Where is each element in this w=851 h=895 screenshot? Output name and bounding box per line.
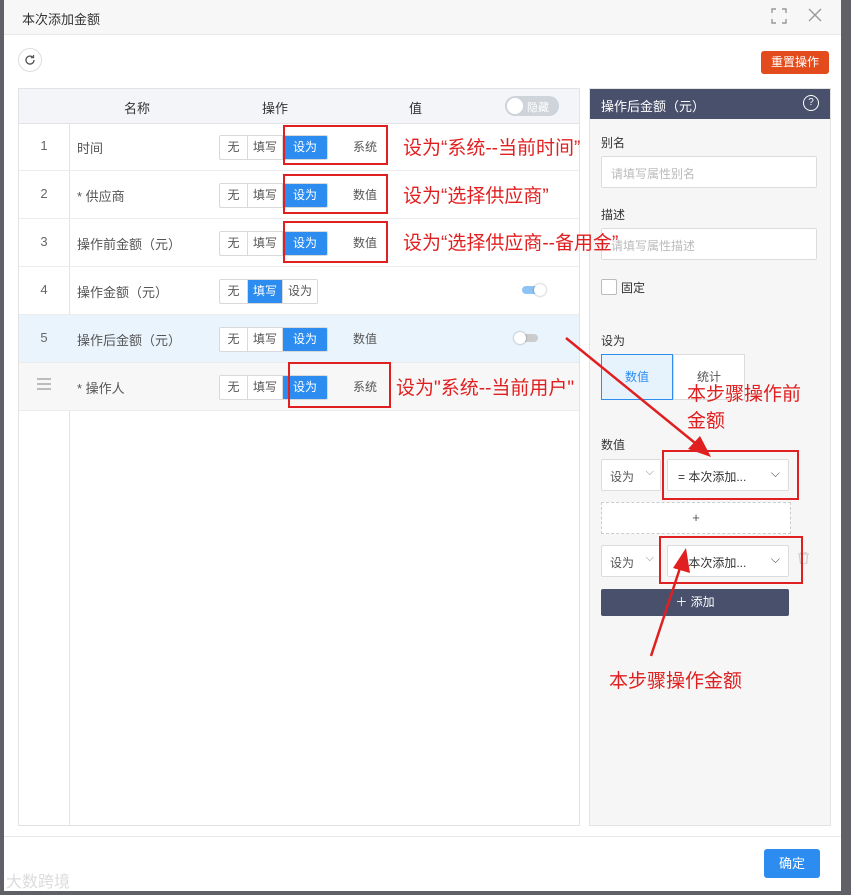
table-row: 4 操作金额（元） 无 填写 设为 bbox=[19, 267, 579, 315]
add-row-button[interactable]: + bbox=[601, 502, 791, 534]
annotation-text: 设为“选择供应商--备用金” bbox=[403, 233, 619, 254]
row-toggle[interactable] bbox=[514, 332, 538, 344]
option-fill[interactable]: 填写 bbox=[248, 136, 283, 159]
row-value[interactable]: 数值 bbox=[353, 330, 377, 347]
ok-button[interactable]: 确定 bbox=[764, 849, 820, 878]
row-number: 1 bbox=[40, 138, 48, 153]
action-segment: 无 填写 设为 bbox=[219, 327, 328, 352]
set-label: 设为 bbox=[601, 334, 626, 348]
close-icon[interactable] bbox=[806, 8, 824, 26]
row-name: 操作后金额（元） bbox=[77, 333, 182, 348]
mode-select-2[interactable]: 设为 ⌵ bbox=[601, 545, 661, 577]
desc-label: 描述 bbox=[601, 208, 626, 222]
plus-icon: ＋ bbox=[675, 595, 691, 609]
hide-toggle-label: 隐藏 bbox=[527, 102, 549, 114]
row-name: * 操作人 bbox=[77, 381, 125, 396]
option-set[interactable]: 设为 bbox=[283, 280, 317, 303]
option-fill[interactable]: 填写 bbox=[248, 328, 283, 351]
option-fill[interactable]: 填写 bbox=[248, 232, 283, 255]
row-number: 3 bbox=[40, 234, 48, 249]
add-button[interactable]: ＋ 添加 bbox=[601, 589, 789, 616]
chevron-down-icon: ⌵ bbox=[645, 466, 654, 478]
annotation-box bbox=[662, 450, 799, 500]
help-icon[interactable]: ? bbox=[803, 95, 819, 111]
header-action: 操作 bbox=[262, 101, 289, 116]
value-label: 数值 bbox=[601, 438, 626, 452]
annotation-text: 金额 bbox=[687, 411, 726, 432]
fixed-label: 固定 bbox=[621, 281, 646, 295]
option-none[interactable]: 无 bbox=[220, 232, 248, 255]
drag-handle-icon[interactable] bbox=[19, 378, 69, 393]
option-none[interactable]: 无 bbox=[220, 376, 248, 399]
row-name: 操作金额（元） bbox=[77, 285, 169, 300]
row-name: 操作前金额（元） bbox=[77, 237, 182, 252]
chevron-down-icon: ⌵ bbox=[645, 552, 654, 564]
row-number: 5 bbox=[40, 330, 48, 345]
dialog-title: 本次添加金额 bbox=[22, 12, 101, 27]
annotation-text: 本步骤操作金额 bbox=[609, 671, 743, 692]
table-row: 5 操作后金额（元） 无 填写 设为 数值 bbox=[19, 315, 579, 363]
annotation-box bbox=[283, 221, 388, 263]
toggle-knob bbox=[507, 98, 523, 114]
option-none[interactable]: 无 bbox=[220, 328, 248, 351]
row-number: 4 bbox=[40, 282, 48, 297]
row-toggle-knob bbox=[514, 332, 526, 344]
option-set[interactable]: 设为 bbox=[283, 328, 327, 351]
reset-button[interactable]: 重置操作 bbox=[761, 51, 829, 74]
watermark: 大数跨境 bbox=[6, 874, 71, 891]
option-none[interactable]: 无 bbox=[220, 184, 248, 207]
add-button-label: 添加 bbox=[690, 595, 715, 609]
annotation-text: 设为"系统--当前用户" bbox=[396, 378, 575, 399]
table-header: 名称 操作 值 隐藏 bbox=[19, 89, 579, 124]
option-fill[interactable]: 填写 bbox=[248, 184, 283, 207]
annotation-text: 设为“选择供应商” bbox=[403, 186, 549, 207]
fixed-checkbox[interactable] bbox=[601, 279, 617, 295]
hide-toggle[interactable]: 隐藏 bbox=[505, 96, 559, 116]
option-fill[interactable]: 填写 bbox=[248, 280, 283, 303]
row-name: * 供应商 bbox=[77, 189, 125, 204]
desc-placeholder: 请填写属性描述 bbox=[611, 239, 696, 253]
option-none[interactable]: 无 bbox=[220, 280, 248, 303]
refresh-button[interactable] bbox=[18, 48, 42, 72]
annotation-box bbox=[659, 536, 803, 584]
alias-label: 别名 bbox=[601, 136, 626, 150]
panel-title: 操作后金额（元） bbox=[601, 99, 706, 114]
row-number: 2 bbox=[40, 186, 48, 201]
header-name: 名称 bbox=[124, 101, 151, 116]
header-value: 值 bbox=[409, 101, 423, 116]
action-segment: 无 填写 设为 bbox=[219, 279, 318, 304]
annotation-box bbox=[288, 362, 391, 408]
alias-placeholder: 请填写属性别名 bbox=[611, 167, 696, 181]
annotation-box bbox=[283, 125, 388, 165]
alias-input[interactable]: 请填写属性别名 bbox=[601, 156, 817, 188]
row-toggle-knob bbox=[534, 284, 546, 296]
option-fill[interactable]: 填写 bbox=[248, 376, 283, 399]
mode-select-1[interactable]: 设为 ⌵ bbox=[601, 459, 661, 491]
row-name: 时间 bbox=[77, 141, 104, 156]
tab-value[interactable]: 数值 bbox=[601, 354, 673, 400]
desc-input[interactable]: 请填写属性描述 bbox=[601, 228, 817, 260]
mode-select-2-value: 设为 bbox=[610, 556, 635, 570]
annotation-text: 本步骤操作前 bbox=[687, 384, 802, 405]
annotation-text: 设为“系统--当前时间” bbox=[403, 138, 581, 159]
mode-select-1-value: 设为 bbox=[610, 470, 635, 484]
row-toggle[interactable] bbox=[522, 284, 546, 296]
annotation-box bbox=[283, 174, 388, 214]
dialog-footer: 确定 bbox=[4, 836, 841, 891]
option-none[interactable]: 无 bbox=[220, 136, 248, 159]
dialog-titlebar: 本次添加金额 bbox=[4, 0, 841, 35]
panel-header: 操作后金额（元） ? bbox=[590, 89, 830, 119]
fullscreen-icon[interactable] bbox=[770, 8, 788, 26]
